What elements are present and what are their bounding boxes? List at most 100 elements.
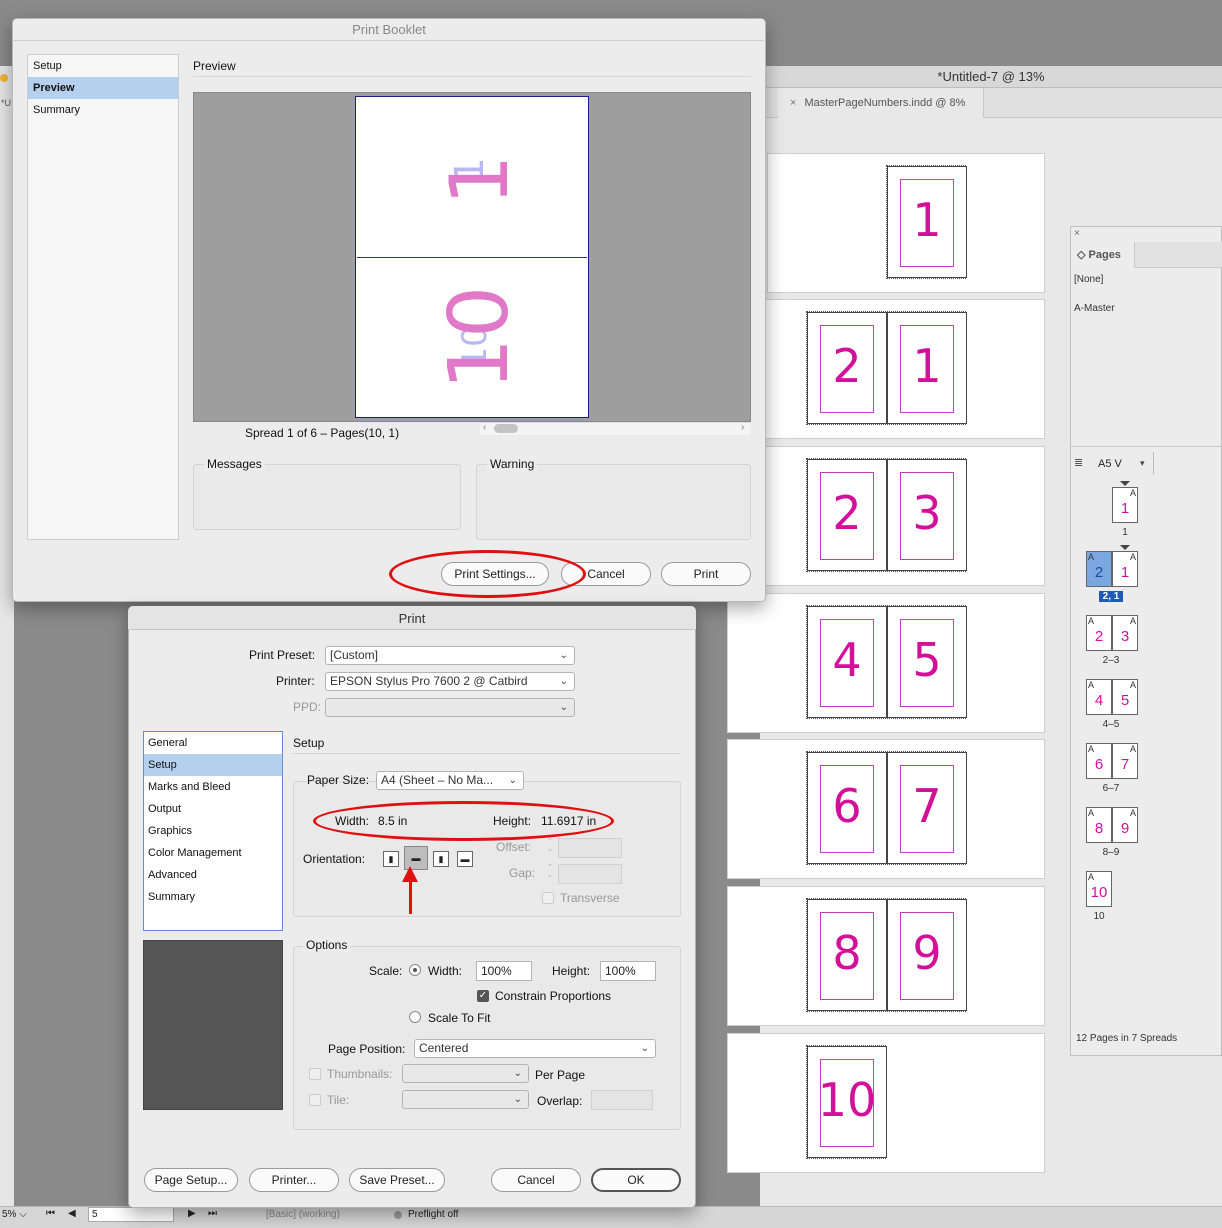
page-thumbnail[interactable]: A1 xyxy=(1112,551,1138,587)
reverse-portrait-orientation-icon[interactable]: ▮ xyxy=(433,851,449,867)
orientation-label: Orientation: xyxy=(303,852,366,866)
sidebar-item-preview[interactable]: Preview xyxy=(28,77,178,99)
category-item-general[interactable]: General xyxy=(144,732,282,754)
page[interactable]: 4 xyxy=(807,606,887,718)
scale-width-field[interactable]: 100% xyxy=(476,961,532,981)
paper-size-select[interactable]: A4 (Sheet – No Ma... ⌄ xyxy=(376,771,524,790)
printer-button[interactable]: Printer... xyxy=(249,1168,339,1192)
page[interactable]: 2 xyxy=(807,459,887,571)
page-setup-button[interactable]: Page Setup... xyxy=(144,1168,238,1192)
portrait-orientation-icon[interactable]: ▮ xyxy=(383,851,399,867)
panel-close-icon[interactable]: × xyxy=(1074,228,1080,239)
overlap-field[interactable] xyxy=(591,1090,653,1110)
tile-checkbox[interactable] xyxy=(309,1094,321,1106)
preflight-status[interactable]: Preflight off xyxy=(408,1209,458,1220)
print-cancel-button[interactable]: Cancel xyxy=(491,1168,581,1192)
page-thumbnail[interactable]: A2 xyxy=(1086,615,1112,651)
page-thumbnail[interactable]: A 10 xyxy=(1086,871,1112,907)
page[interactable]: 2 xyxy=(807,312,887,424)
scroll-right-icon[interactable]: › xyxy=(741,422,744,433)
offset-stepper-icon[interactable]: ⌃ ⌄ xyxy=(544,838,556,856)
transverse-checkbox[interactable] xyxy=(542,892,554,904)
save-preset-button[interactable]: Save Preset... xyxy=(349,1168,445,1192)
category-item-summary[interactable]: Summary xyxy=(144,886,282,908)
chevron-down-icon[interactable]: ▾ xyxy=(1140,458,1145,469)
ppd-select[interactable]: ⌄ xyxy=(325,698,575,717)
document-window-title: *Untitled-7 @ 13% xyxy=(760,66,1222,88)
thumbnail-page-number: 2 xyxy=(1094,628,1104,645)
window-minimize-dot-icon[interactable] xyxy=(0,74,8,82)
page[interactable]: 1 xyxy=(887,166,967,278)
scale-to-fit-radio[interactable] xyxy=(409,1011,421,1023)
master-prefix: A xyxy=(1129,744,1136,754)
print-preset-select[interactable]: [Custom] ⌄ xyxy=(325,646,575,665)
scale-height-field[interactable]: 100% xyxy=(600,961,656,981)
tab-masterpagenumbers[interactable]: × MasterPageNumbers.indd @ 8% xyxy=(778,88,984,118)
page-thumbnail[interactable]: A1 xyxy=(1112,487,1138,523)
reverse-landscape-orientation-icon[interactable]: ▬ xyxy=(457,851,473,867)
zoom-level[interactable]: 5% ⌵ xyxy=(2,1209,27,1220)
ok-button[interactable]: OK xyxy=(591,1168,681,1192)
page[interactable]: 7 xyxy=(887,752,967,864)
page[interactable]: 9 xyxy=(887,899,967,1011)
constrain-proportions-checkbox[interactable]: ✓ xyxy=(477,990,489,1002)
master-none-item[interactable]: [None] xyxy=(1074,274,1103,285)
page-thumbnail[interactable]: A5 xyxy=(1112,679,1138,715)
first-page-icon[interactable]: ⏮ xyxy=(46,1208,55,1219)
printer-select[interactable]: EPSON Stylus Pro 7600 2 @ Catbird ⌄ xyxy=(325,672,575,691)
sidebar-item-summary[interactable]: Summary xyxy=(28,99,178,121)
page[interactable]: 5 xyxy=(887,606,967,718)
preflight-profile[interactable]: [Basic] (working) xyxy=(266,1209,340,1220)
overlap-label: Overlap: xyxy=(537,1094,583,1108)
booklet-print-button[interactable]: Print xyxy=(661,562,751,586)
category-item-setup[interactable]: Setup xyxy=(144,754,282,776)
page[interactable]: 3 xyxy=(887,459,967,571)
page-position-select[interactable]: Centered ⌄ xyxy=(414,1039,656,1058)
scroll-left-icon[interactable]: ‹ xyxy=(483,422,486,433)
page[interactable]: 8 xyxy=(807,899,887,1011)
category-item-advanced[interactable]: Advanced xyxy=(144,864,282,886)
spread-label: 2, 1 xyxy=(1099,591,1123,602)
page-thumbnail[interactable]: A2 xyxy=(1086,551,1112,587)
page-thumbnail[interactable]: A8 xyxy=(1086,807,1112,843)
thumbnails-checkbox[interactable] xyxy=(309,1068,321,1080)
master-prefix: A xyxy=(1129,552,1136,562)
page-size-selector[interactable]: A5 V xyxy=(1098,458,1122,470)
offset-field[interactable] xyxy=(558,838,622,858)
last-page-icon[interactable]: ⏭ xyxy=(208,1208,217,1219)
page-number: 6 xyxy=(832,779,862,833)
heading-divider xyxy=(193,76,751,77)
scrollbar-thumb[interactable] xyxy=(494,424,518,433)
thumbnails-label: Thumbnails: xyxy=(327,1067,393,1081)
page-thumbnail[interactable]: A6 xyxy=(1086,743,1112,779)
messages-label: Messages xyxy=(204,457,265,471)
category-item-color-management[interactable]: Color Management xyxy=(144,842,282,864)
page[interactable]: 10 xyxy=(807,1046,887,1158)
scale-width-radio[interactable] xyxy=(409,964,421,976)
next-page-icon[interactable]: ▶ xyxy=(188,1208,196,1219)
spread-pages: 45 xyxy=(806,605,967,719)
page-thumbnail[interactable]: A7 xyxy=(1112,743,1138,779)
tile-select[interactable]: ⌄ xyxy=(402,1090,529,1109)
page[interactable]: 6 xyxy=(807,752,887,864)
category-item-graphics[interactable]: Graphics xyxy=(144,820,282,842)
category-item-marks-and-bleed[interactable]: Marks and Bleed xyxy=(144,776,282,798)
page-thumbnail[interactable]: A9 xyxy=(1112,807,1138,843)
master-prefix: A xyxy=(1088,872,1095,882)
gap-stepper-icon[interactable]: ⌃ ⌄ xyxy=(544,864,556,882)
pages-panel-tab[interactable]: ◇ Pages xyxy=(1071,242,1135,268)
pages-panel-divider[interactable] xyxy=(1071,446,1222,447)
page-number-field[interactable]: 5 xyxy=(88,1207,174,1222)
thumbnails-select[interactable]: ⌄ xyxy=(402,1064,529,1083)
sidebar-item-setup[interactable]: Setup xyxy=(28,55,178,77)
master-a-item[interactable]: A-Master xyxy=(1074,303,1115,314)
previous-page-icon[interactable]: ◀ xyxy=(68,1208,76,1219)
tab-close-icon[interactable]: × xyxy=(790,97,796,109)
page[interactable]: 1 xyxy=(887,312,967,424)
preview-scrollbar[interactable] xyxy=(480,422,750,435)
panel-menu-icon[interactable]: ≣ xyxy=(1074,456,1083,469)
gap-field[interactable] xyxy=(558,864,622,884)
page-thumbnail[interactable]: A3 xyxy=(1112,615,1138,651)
page-thumbnail[interactable]: A4 xyxy=(1086,679,1112,715)
category-item-output[interactable]: Output xyxy=(144,798,282,820)
